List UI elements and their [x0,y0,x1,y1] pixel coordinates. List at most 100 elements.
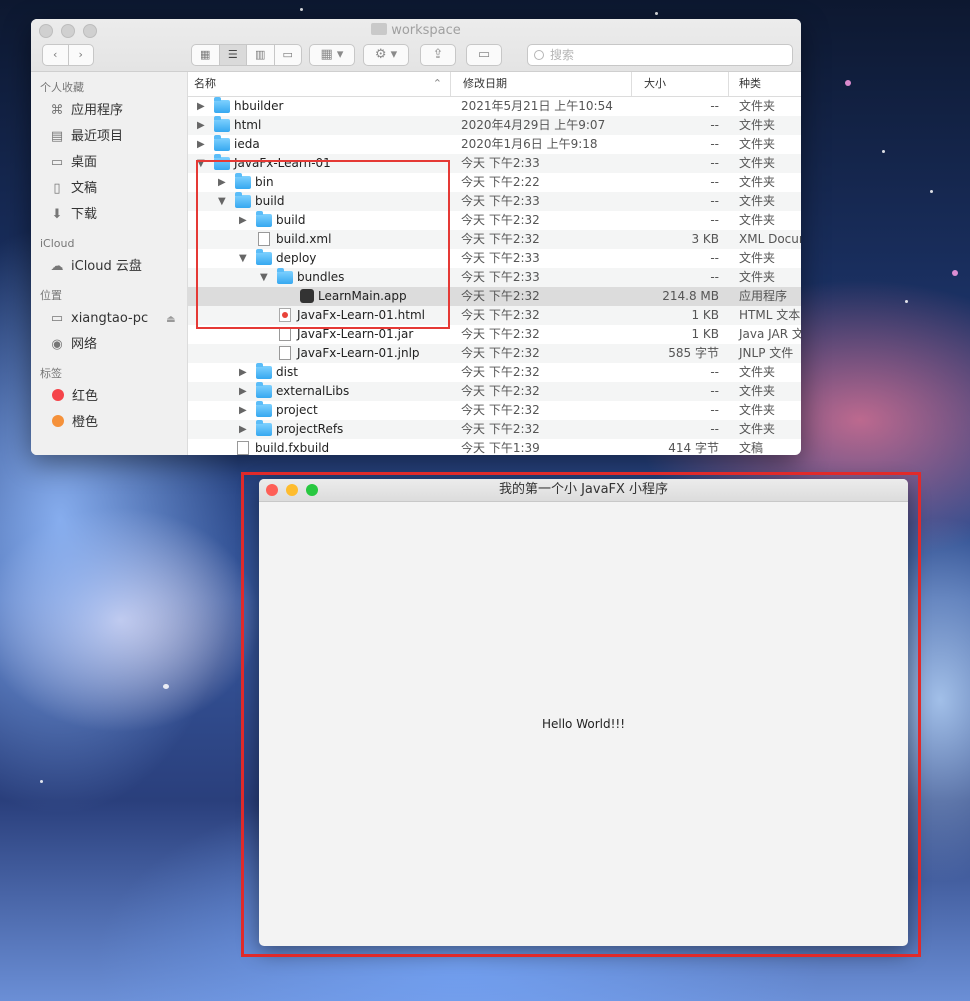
folder-icon [214,116,230,132]
disclosure-closed-icon[interactable]: ▶ [197,116,205,135]
file-size: 414 字节 [668,441,719,455]
column-header-kind[interactable]: 种类 [729,72,801,96]
column-header-label: 修改日期 [463,77,507,90]
disclosure-closed-icon[interactable]: ▶ [239,420,247,439]
sidebar-item-label: 红色 [72,389,99,404]
sidebar-header-favorites: 个人收藏 [40,81,84,94]
sidebar-header-tags: 标签 [40,367,62,380]
search-input[interactable]: 搜索 [527,44,793,66]
file-row[interactable]: JavaFx-Learn-01.jnlp 今天 下午2:32 585 字节 JNLP … [188,344,801,363]
file-kind: HTML 文本 [739,308,801,322]
sidebar-item-label: 最近项目 [71,129,124,144]
view-mode-control: ▦ ☰ ▥ ▭ [191,44,302,66]
disclosure-closed-icon[interactable]: ▶ [197,97,205,116]
sidebar-item-label: 文稿 [71,181,98,196]
file-size: -- [710,156,719,170]
share-button[interactable]: ⇪ [420,44,456,66]
file-size: -- [710,422,719,436]
column-header-size[interactable]: 大小 [632,72,729,96]
folder-icon [214,135,230,151]
file-kind: XML Docume [739,232,801,246]
eject-icon[interactable]: ⏏ [166,314,175,325]
list-view-button[interactable]: ☰ [219,45,247,65]
sidebar-header-locations: 位置 [40,289,62,302]
file-size: -- [710,118,719,132]
search-placeholder: 搜索 [550,48,575,62]
column-headers: 名称 ⌃ 修改日期 大小 种类 [188,72,801,97]
file-name-cell: ▶ hbuilder [188,97,451,116]
column-header-date[interactable]: 修改日期 [451,72,632,96]
column-header-label: 名称 [194,77,216,90]
file-size: -- [710,403,719,417]
file-size: -- [710,99,719,113]
sidebar-item-computer[interactable]: ▭ xiangtao-pc ⏏ [31,306,187,332]
file-name: ieda [234,137,260,151]
file-name: hbuilder [234,99,284,113]
sidebar-item-documents[interactable]: ▯ 文稿 [31,176,187,202]
disclosure-closed-icon[interactable]: ▶ [239,363,247,382]
file-date: 今天 下午2:32 [461,308,540,322]
file-name: project [276,403,318,417]
search-icon [534,50,544,60]
file-kind: 文件夹 [739,251,776,265]
file-row[interactable]: build.fxbuild 今天 下午1:39 414 字节 文稿 [188,439,801,455]
file-kind: 文件夹 [739,365,776,379]
gallery-view-button[interactable]: ▭ [275,45,302,65]
file-name-cell: ▶ dist [188,363,451,382]
sidebar-item-tag-orange[interactable]: 橙色 [31,410,187,436]
file-name: JavaFx-Learn-01.jnlp [297,346,420,360]
star [930,190,933,193]
tags-button[interactable]: ▭ [466,44,502,66]
gear-icon: ⚙ [374,47,387,62]
file-kind: 文稿 [739,441,764,455]
orange-tag-icon [52,415,64,427]
disclosure-closed-icon[interactable]: ▶ [197,135,205,154]
file-kind: 文件夹 [739,118,776,132]
icon-view-button[interactable]: ▦ [192,45,220,65]
sidebar-item-recents[interactable]: ▤ 最近项目 [31,124,187,150]
file-row[interactable]: ▶ externalLibs 今天 下午2:32 -- 文件夹 [188,382,801,401]
sidebar-item-tag-red[interactable]: 红色 [31,384,187,410]
annotation-highlight-box [241,472,921,957]
sidebar-item-desktop[interactable]: ▭ 桌面 [31,150,187,176]
file-row[interactable]: ▶ dist 今天 下午2:32 -- 文件夹 [188,363,801,382]
file-date: 今天 下午2:33 [461,194,540,208]
file-size: -- [710,137,719,151]
action-gear-button[interactable]: ⚙ ▾ [363,44,409,66]
group-button[interactable]: ▦ ▾ [309,44,355,66]
file-row[interactable]: ▶ projectRefs 今天 下午2:32 -- 文件夹 [188,420,801,439]
file-date: 今天 下午2:32 [461,327,540,341]
sidebar-item-downloads[interactable]: ⬇ 下载 [31,202,187,228]
file-size: 585 字节 [668,346,719,360]
file-name-cell: ▶ html [188,116,451,135]
finder-titlebar: workspace ‹ › ▦ ☰ ▥ ▭ ▦ ▾ ⚙ ▾ ⇪ ▭ 搜索 [31,19,801,72]
file-kind: Java JAR 文 [739,327,801,341]
file-date: 今天 下午2:32 [461,232,540,246]
sidebar-item-network[interactable]: ◉ 网络 [31,332,187,358]
window-title-text: workspace [391,23,461,38]
sidebar-item-icloud-drive[interactable]: ☁ iCloud 云盘 [31,254,187,280]
disclosure-closed-icon[interactable]: ▶ [239,401,247,420]
share-icon: ⇪ [432,47,444,62]
back-button[interactable]: ‹ [43,45,69,65]
column-header-name[interactable]: 名称 ⌃ [188,72,451,96]
file-row[interactable]: ▶ ieda 2020年1月6日 上午9:18 -- 文件夹 [188,135,801,154]
file-row[interactable]: ▶ hbuilder 2021年5月21日 上午10:54 -- 文件夹 [188,97,801,116]
file-date: 今天 下午1:39 [461,441,540,455]
file-kind: 文件夹 [739,99,776,113]
sidebar-item-label: 下载 [71,207,98,222]
file-name-cell: JavaFx-Learn-01.jnlp [188,344,451,363]
forward-button[interactable]: › [69,45,94,65]
file-name: projectRefs [276,422,344,436]
file-kind: 文件夹 [739,270,776,284]
star [40,780,43,783]
file-name: externalLibs [276,384,350,398]
file-row[interactable]: ▶ project 今天 下午2:32 -- 文件夹 [188,401,801,420]
disclosure-closed-icon[interactable]: ▶ [239,382,247,401]
file-size: 1 KB [691,308,719,322]
sidebar-item-applications[interactable]: ⌘ 应用程序 [31,98,187,124]
folder-icon [256,382,272,398]
file-row[interactable]: ▶ html 2020年4月29日 上午9:07 -- 文件夹 [188,116,801,135]
file-size: 3 KB [691,232,719,246]
column-view-button[interactable]: ▥ [247,45,275,65]
